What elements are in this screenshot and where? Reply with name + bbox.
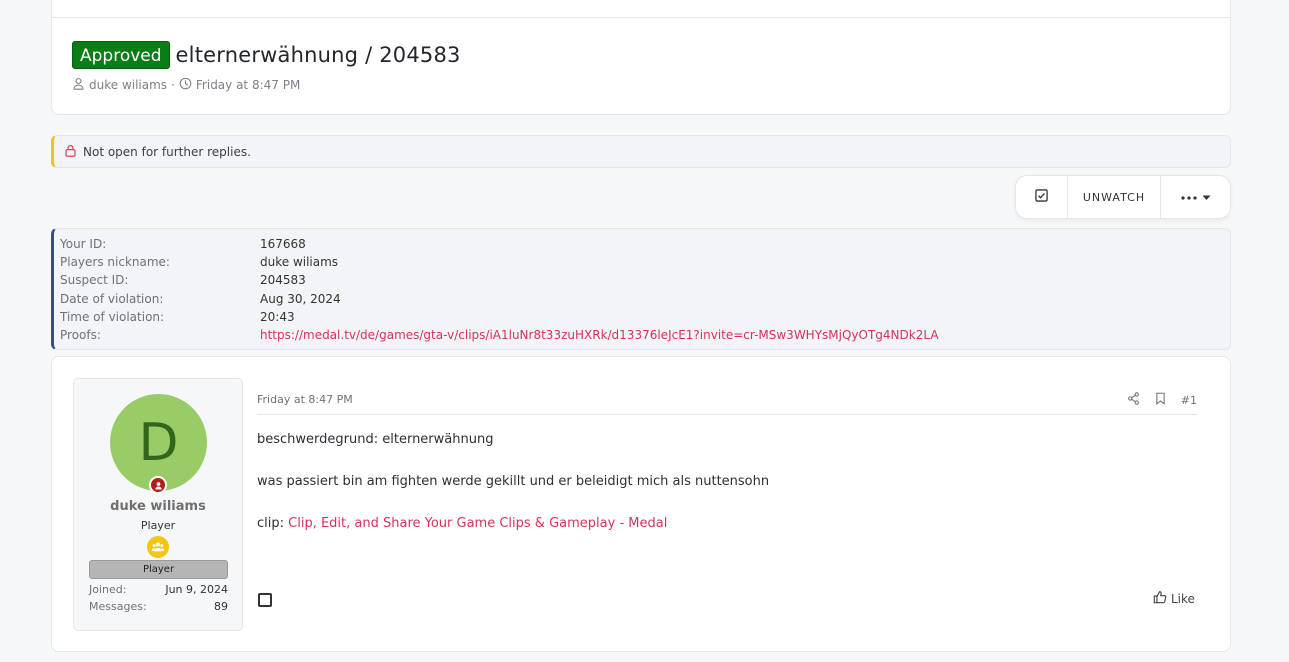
info-value: 167668 [260,237,306,251]
post-line: beschwerdegrund: elternerwähnung [257,432,494,447]
divider [52,17,1230,18]
notice-text: Not open for further replies. [83,144,251,159]
users-group-icon [147,536,169,558]
post: D duke wiliams Player Player Joined: Jun… [51,356,1231,652]
clip-prefix: clip: [257,516,289,531]
post-header: Friday at 8:47 PM #1 [257,385,1197,415]
info-value: Aug 30, 2024 [260,291,341,306]
proof-link[interactable]: https://medal.tv/de/games/gta-v/clips/iA… [260,326,939,344]
thread-author[interactable]: duke wiliams [89,78,167,92]
user-title: Player [140,519,176,532]
post-clip-line: clip: Clip, Edit, and Share Your Game Cl… [257,515,1197,533]
thread-header: Approved elternerwähnung / 204583 duke w… [51,0,1231,115]
joined-value: Jun 9, 2024 [165,583,228,596]
clip-link[interactable]: Clip, Edit, and Share Your Game Clips & … [288,516,667,531]
unwatch-button[interactable]: UNWATCH [1068,176,1161,218]
checkbox-checked-icon [1035,189,1048,205]
ellipsis-icon [1180,191,1198,204]
info-row: Suspect ID: 204583 [60,271,1230,289]
more-options-button[interactable] [1161,176,1230,218]
post-number[interactable]: #1 [1181,394,1197,407]
bookmark-icon[interactable] [1154,392,1167,408]
info-value: 20:43 [260,309,295,324]
post-body: Friday at 8:47 PM #1 beschwerdegrund: el… [257,385,1197,533]
messages-value[interactable]: 89 [214,600,228,613]
info-row: Date of violation: Aug 30, 2024 [60,290,1230,308]
user-icon [72,77,85,93]
thread-title-row: Approved elternerwähnung / 204583 [72,41,461,69]
share-icon[interactable] [1127,392,1140,408]
like-button[interactable]: Like [1153,590,1195,607]
post-content: beschwerdegrund: elternerwähnung was pas… [257,431,1197,533]
joined-label: Joined: [89,583,127,596]
info-label: Date of violation: [60,291,164,306]
post-tools: #1 [1127,392,1197,408]
user-status-icon [151,478,165,492]
username[interactable]: duke wiliams [74,499,242,514]
thread-meta: duke wiliams · Friday at 8:47 PM [72,77,300,93]
thumbs-up-icon [1153,590,1167,607]
select-post-checkbox[interactable] [258,593,272,607]
info-value: 204583 [260,273,306,288]
user-stat-joined: Joined: Jun 9, 2024 [89,583,228,596]
info-label: Suspect ID: [60,273,129,288]
info-label: Proofs: [60,327,101,342]
info-label: Players nickname: [60,255,170,270]
thread-actions: UNWATCH [1015,175,1231,219]
post-date[interactable]: Friday at 8:47 PM [257,393,353,406]
user-panel: D duke wiliams Player Player Joined: Jun… [73,378,243,631]
prefix-badge[interactable]: Approved [72,41,170,69]
meta-separator: · [171,78,175,92]
lock-icon [64,144,77,160]
select-thread-button[interactable] [1016,176,1068,218]
status-indicator [149,476,167,494]
info-value: duke wiliams [260,255,339,270]
user-banner: Player [89,560,228,579]
page-title: elternerwähnung / 204583 [175,43,461,67]
post-line: was passiert bin am fighten werde gekill… [257,474,770,489]
user-stat-messages: Messages: 89 [89,600,228,613]
thread-date[interactable]: Friday at 8:47 PM [196,78,300,92]
clock-icon [179,77,192,93]
info-row: Proofs: https://medal.tv/de/games/gta-v/… [60,326,1230,344]
info-row: Players nickname: duke wiliams [60,253,1230,271]
like-label: Like [1171,591,1195,606]
info-label: Time of violation: [60,309,165,324]
messages-label: Messages: [89,600,147,613]
info-row: Your ID: 167668 [60,235,1230,253]
caret-down-icon [1202,191,1211,204]
info-row: Time of violation: 20:43 [60,308,1230,326]
report-info: Your ID: 167668 Players nickname: duke w… [51,228,1231,350]
closed-notice: Not open for further replies. [51,135,1231,168]
info-label: Your ID: [60,237,107,251]
